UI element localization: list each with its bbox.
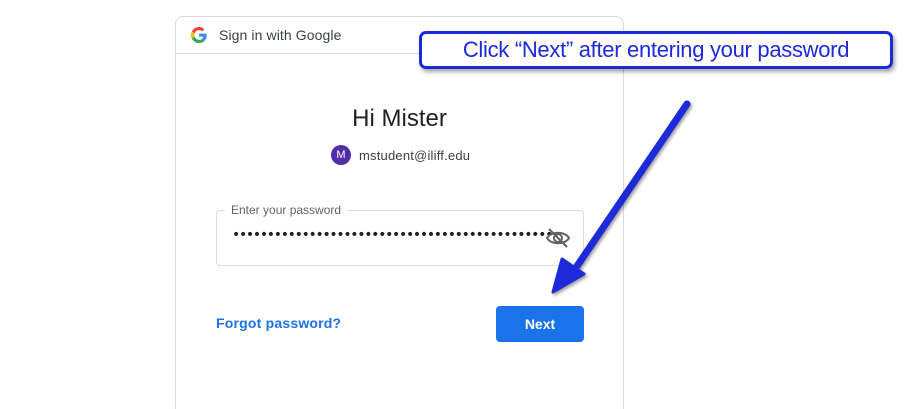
google-g-icon <box>191 27 207 43</box>
eye-slash-icon[interactable] <box>545 227 571 249</box>
account-email: mstudent@iliff.edu <box>359 147 471 163</box>
sign-in-card: Sign in with Google Hi Mister M mstudent… <box>175 16 624 409</box>
greeting-heading: Hi Mister <box>352 105 447 132</box>
screenshot-stage: Sign in with Google Hi Mister M mstudent… <box>0 0 908 409</box>
next-button[interactable]: Next <box>496 306 584 342</box>
password-label: Enter your password <box>225 203 348 217</box>
forgot-password-link[interactable]: Forgot password? <box>216 315 341 331</box>
instruction-callout: Click “Next” after entering your passwor… <box>419 31 893 69</box>
header-title: Sign in with Google <box>219 27 342 43</box>
callout-text: Click “Next” after entering your passwor… <box>462 37 850 62</box>
password-field[interactable]: Enter your password ••••••••••••••••••••… <box>216 203 584 266</box>
account-chip[interactable]: M mstudent@iliff.edu <box>331 145 470 165</box>
avatar: M <box>331 145 351 165</box>
password-input[interactable]: ••••••••••••••••••••••••••••••••••••••••… <box>232 227 560 243</box>
